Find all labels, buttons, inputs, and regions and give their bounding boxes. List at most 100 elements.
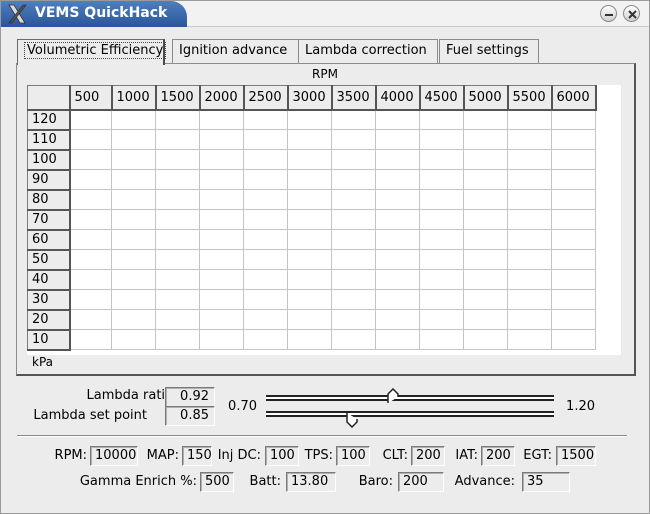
table-cell[interactable] (199, 209, 244, 230)
table-cell[interactable] (507, 229, 552, 250)
table-cell[interactable] (111, 229, 156, 250)
table-cell[interactable] (375, 229, 420, 250)
table-cell[interactable] (331, 269, 376, 290)
table-cell[interactable] (419, 109, 464, 130)
table-cell[interactable] (375, 109, 420, 130)
table-cell[interactable] (419, 269, 464, 290)
table-cell[interactable] (331, 289, 376, 310)
table-cell[interactable] (155, 249, 200, 270)
table-cell[interactable] (287, 209, 332, 230)
table-cell[interactable] (155, 309, 200, 330)
table-cell[interactable] (331, 149, 376, 170)
tab-volumetric-efficiency[interactable]: Volumetric Efficiency (17, 39, 167, 65)
table-cell[interactable] (551, 109, 596, 130)
table-cell[interactable] (111, 329, 156, 350)
table-cell[interactable] (463, 209, 508, 230)
table-cell[interactable] (551, 129, 596, 150)
table-cell[interactable] (419, 249, 464, 270)
table-cell[interactable] (419, 289, 464, 310)
table-cell[interactable] (111, 209, 156, 230)
table-cell[interactable] (331, 129, 376, 150)
table-cell[interactable] (507, 209, 552, 230)
table-cell[interactable] (111, 189, 156, 210)
close-button[interactable] (623, 5, 640, 22)
table-cell[interactable] (69, 109, 112, 130)
lambda-setpoint-slider[interactable] (266, 411, 554, 428)
table-cell[interactable] (287, 129, 332, 150)
table-cell[interactable] (375, 269, 420, 290)
table-cell[interactable] (199, 109, 244, 130)
tab-lambda-correction[interactable]: Lambda correction (298, 39, 438, 63)
tab-fuel-settings[interactable]: Fuel settings (439, 39, 539, 63)
table-cell[interactable] (287, 149, 332, 170)
table-cell[interactable] (331, 229, 376, 250)
table-cell[interactable] (243, 209, 288, 230)
table-cell[interactable] (375, 309, 420, 330)
table-cell[interactable] (419, 229, 464, 250)
table-cell[interactable] (69, 249, 112, 270)
table-cell[interactable] (463, 189, 508, 210)
table-cell[interactable] (243, 109, 288, 130)
table-cell[interactable] (199, 229, 244, 250)
table-cell[interactable] (375, 189, 420, 210)
table-cell[interactable] (69, 209, 112, 230)
table-cell[interactable] (331, 249, 376, 270)
table-cell[interactable] (155, 149, 200, 170)
table-cell[interactable] (507, 129, 552, 150)
table-cell[interactable] (69, 169, 112, 190)
table-cell[interactable] (507, 249, 552, 270)
table-cell[interactable] (551, 309, 596, 330)
table-cell[interactable] (287, 289, 332, 310)
table-cell[interactable] (155, 289, 200, 310)
table-cell[interactable] (69, 189, 112, 210)
table-cell[interactable] (155, 189, 200, 210)
table-cell[interactable] (419, 189, 464, 210)
table-cell[interactable] (463, 229, 508, 250)
table-cell[interactable] (419, 329, 464, 350)
table-cell[interactable] (199, 249, 244, 270)
table-cell[interactable] (287, 249, 332, 270)
title-bar[interactable]: VEMS QuickHack (1, 1, 649, 27)
table-cell[interactable] (463, 289, 508, 310)
table-cell[interactable] (463, 109, 508, 130)
tab-ignition-advance[interactable]: Ignition advance (172, 39, 301, 63)
table-cell[interactable] (287, 169, 332, 190)
table-cell[interactable] (331, 309, 376, 330)
table-cell[interactable] (419, 309, 464, 330)
table-cell[interactable] (375, 149, 420, 170)
table-cell[interactable] (111, 149, 156, 170)
table-cell[interactable] (69, 129, 112, 150)
table-cell[interactable] (243, 289, 288, 310)
table-cell[interactable] (287, 309, 332, 330)
table-cell[interactable] (199, 149, 244, 170)
table-cell[interactable] (69, 329, 112, 350)
table-cell[interactable] (331, 169, 376, 190)
table-cell[interactable] (463, 129, 508, 150)
table-cell[interactable] (551, 149, 596, 170)
table-cell[interactable] (287, 189, 332, 210)
table-cell[interactable] (507, 149, 552, 170)
table-cell[interactable] (375, 249, 420, 270)
table-cell[interactable] (243, 309, 288, 330)
table-cell[interactable] (507, 269, 552, 290)
table-cell[interactable] (287, 269, 332, 290)
table-cell[interactable] (199, 189, 244, 210)
table-cell[interactable] (331, 209, 376, 230)
table-cell[interactable] (551, 289, 596, 310)
table-cell[interactable] (375, 169, 420, 190)
table-cell[interactable] (331, 189, 376, 210)
table-cell[interactable] (551, 329, 596, 350)
table-cell[interactable] (507, 289, 552, 310)
x-logo-icon[interactable] (6, 3, 28, 25)
table-cell[interactable] (155, 209, 200, 230)
table-cell[interactable] (287, 109, 332, 130)
table-cell[interactable] (69, 309, 112, 330)
table-cell[interactable] (155, 109, 200, 130)
table-cell[interactable] (155, 129, 200, 150)
table-cell[interactable] (507, 109, 552, 130)
table-cell[interactable] (551, 169, 596, 190)
table-cell[interactable] (243, 129, 288, 150)
table-cell[interactable] (463, 309, 508, 330)
table-cell[interactable] (243, 229, 288, 250)
table-cell[interactable] (551, 229, 596, 250)
